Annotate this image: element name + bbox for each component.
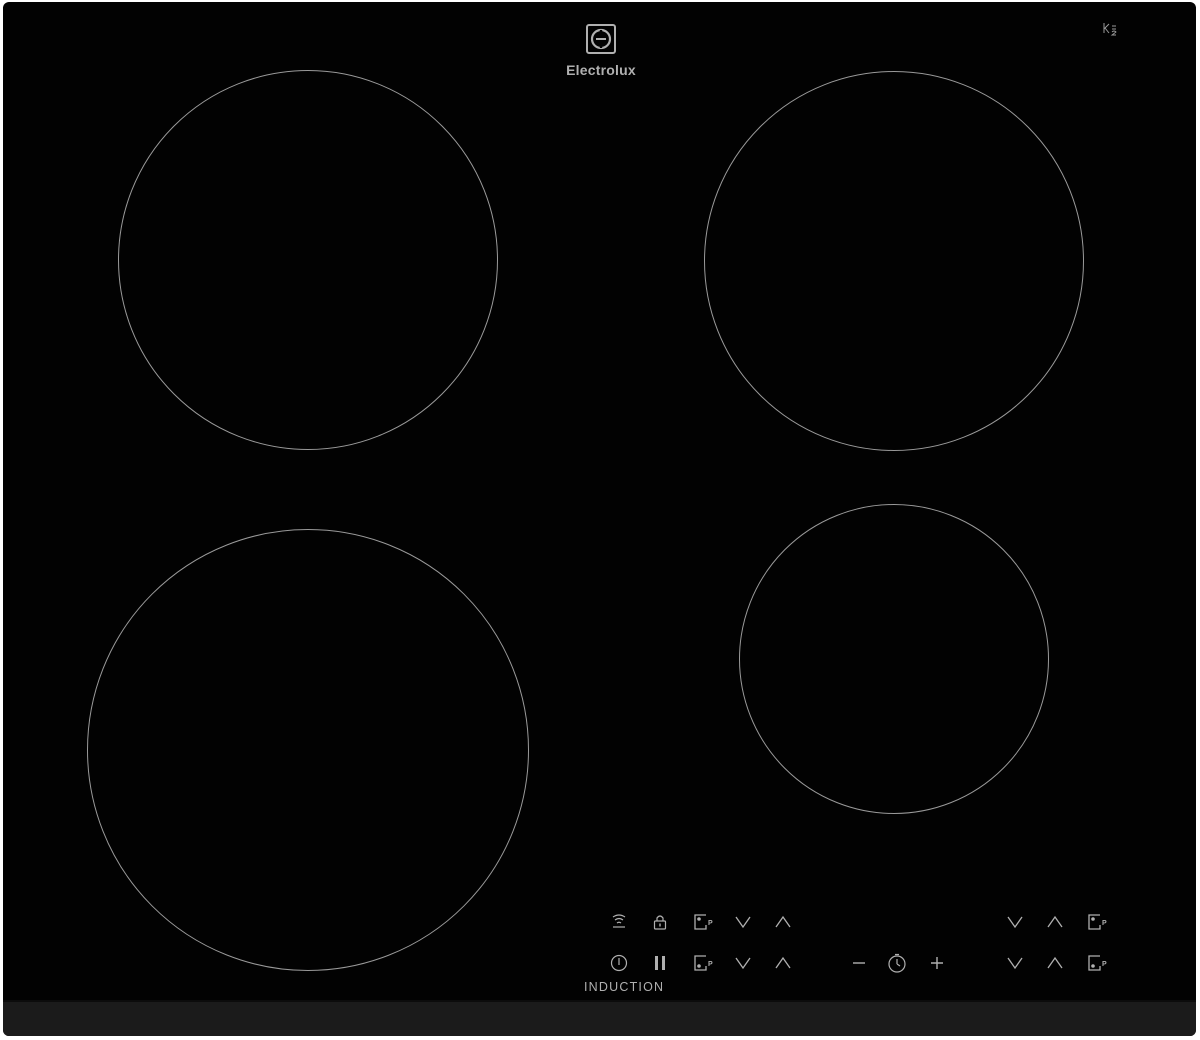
electrolux-logo-icon	[586, 24, 616, 54]
child-lock-button[interactable]	[645, 909, 675, 935]
hob2hood-button[interactable]	[604, 909, 634, 935]
chevron-down-button-4[interactable]	[1000, 950, 1030, 976]
chevron-up-button-4[interactable]	[1040, 950, 1070, 976]
chevron-up-button-3[interactable]	[768, 950, 798, 976]
power-boost-button-front-right[interactable]: P	[1083, 950, 1113, 976]
chevron-up-button-1[interactable]	[768, 909, 798, 935]
chevron-down-button-1[interactable]	[728, 909, 758, 935]
hob-front-edge	[3, 1000, 1196, 1036]
svg-text:P: P	[1102, 961, 1107, 968]
power-boost-button-rear-right[interactable]: P	[1083, 909, 1113, 935]
brand-name: Electrolux	[566, 62, 636, 78]
induction-hob: Electrolux P P P P INDUCTION	[3, 2, 1196, 1036]
cooking-zone-rear-right[interactable]	[704, 71, 1084, 451]
power-boost-button-front-left[interactable]: P	[689, 909, 719, 935]
chevron-down-button-2[interactable]	[1000, 909, 1030, 935]
timer-plus-button[interactable]	[922, 950, 952, 976]
cooking-zone-rear-left[interactable]	[118, 70, 498, 450]
cooking-zone-front-right[interactable]	[739, 504, 1049, 814]
power-on-off-button[interactable]	[604, 950, 634, 976]
timer-minus-button[interactable]	[844, 950, 874, 976]
svg-text:P: P	[1102, 920, 1107, 927]
cooking-zone-front-left[interactable]	[87, 529, 529, 971]
timer-button[interactable]	[882, 950, 912, 976]
svg-text:P: P	[708, 961, 713, 968]
svg-text:P: P	[708, 920, 713, 927]
power-boost-button-front-left-2[interactable]: P	[689, 950, 719, 976]
chevron-up-button-2[interactable]	[1040, 909, 1070, 935]
hob2hood-mark-icon	[1101, 20, 1121, 38]
chevron-down-button-3[interactable]	[728, 950, 758, 976]
induction-label: INDUCTION	[584, 980, 665, 994]
pause-button[interactable]	[645, 950, 675, 976]
